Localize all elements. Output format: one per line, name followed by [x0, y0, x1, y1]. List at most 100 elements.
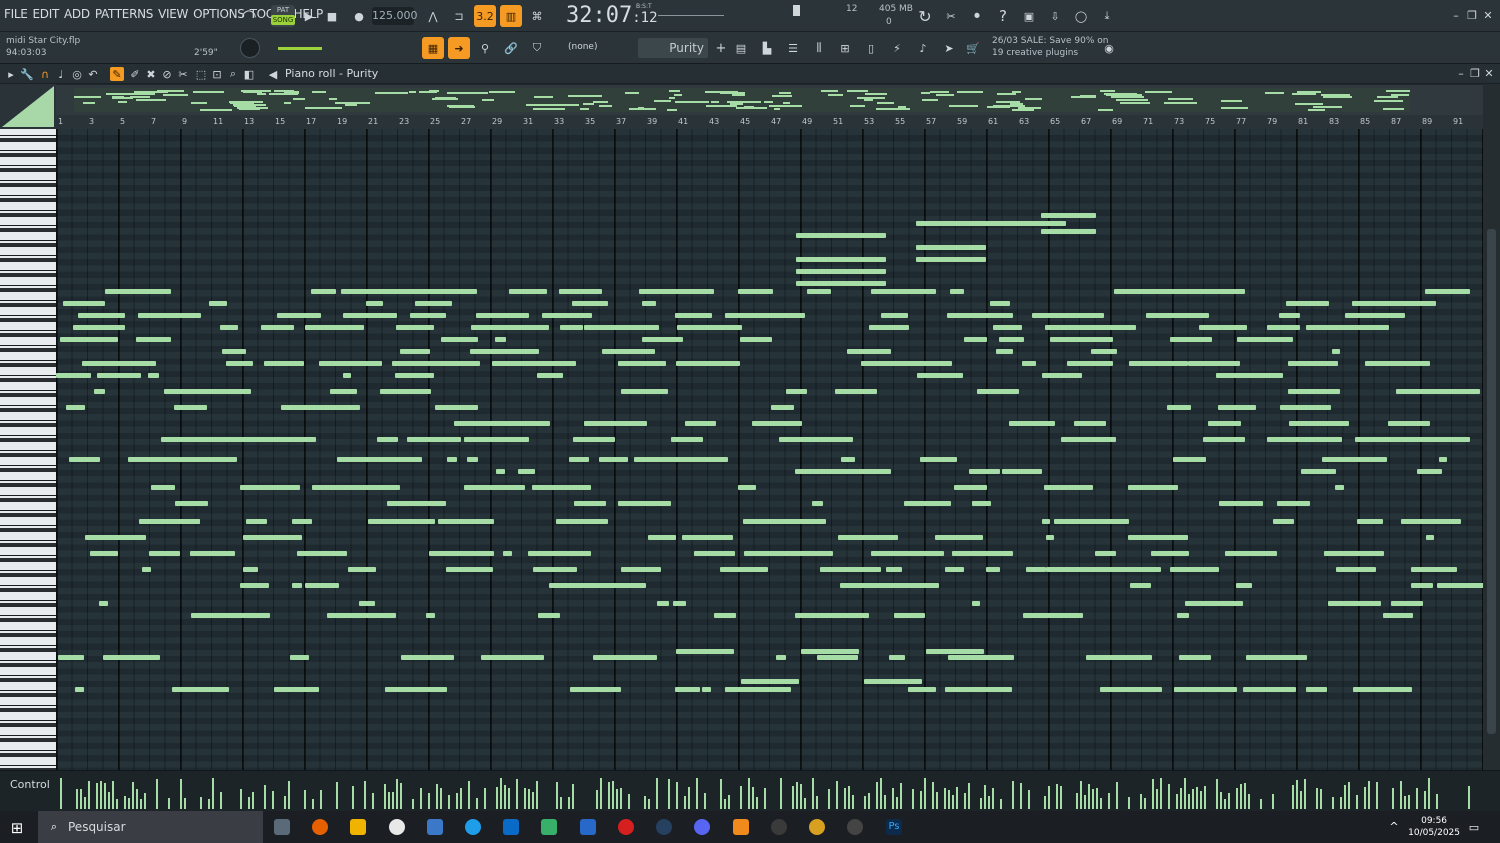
velocity-bar[interactable] — [920, 791, 922, 809]
note[interactable] — [1137, 289, 1169, 294]
note[interactable] — [591, 583, 646, 588]
note[interactable] — [1424, 389, 1480, 394]
note[interactable] — [1324, 551, 1375, 556]
note[interactable] — [685, 421, 716, 426]
note[interactable] — [138, 313, 198, 318]
velocity-bar[interactable] — [900, 783, 902, 809]
velocity-bar[interactable] — [312, 799, 314, 809]
note[interactable] — [841, 457, 855, 462]
steam-icon[interactable] — [656, 819, 672, 835]
snap-arrow-icon[interactable]: ➜ — [448, 37, 470, 59]
note[interactable] — [327, 583, 339, 588]
note[interactable] — [292, 519, 312, 524]
note[interactable] — [201, 457, 237, 462]
velocity-bar[interactable] — [1216, 779, 1218, 809]
note[interactable] — [999, 337, 1024, 342]
note[interactable] — [1401, 519, 1461, 524]
note[interactable] — [368, 519, 435, 524]
note[interactable] — [464, 485, 481, 490]
velocity-bar[interactable] — [336, 782, 338, 809]
channel-selector[interactable]: (none) — [568, 42, 597, 52]
velocity-bar[interactable] — [948, 790, 950, 809]
note[interactable] — [319, 361, 382, 366]
note[interactable] — [642, 337, 683, 342]
note[interactable] — [1352, 301, 1374, 306]
note[interactable] — [1054, 519, 1088, 524]
note[interactable] — [1042, 519, 1050, 524]
tempo-display[interactable]: 125.000 — [372, 7, 418, 25]
note[interactable] — [888, 535, 898, 540]
news-line-1[interactable]: 26/03 SALE: Save 90% on — [992, 36, 1108, 46]
note[interactable] — [149, 551, 180, 556]
note[interactable] — [634, 457, 690, 462]
velocity-bar[interactable] — [372, 793, 374, 809]
note[interactable] — [812, 501, 823, 506]
note[interactable] — [1246, 655, 1307, 660]
velocity-bar[interactable] — [924, 778, 926, 809]
note[interactable] — [1288, 389, 1340, 394]
note[interactable] — [1225, 551, 1277, 556]
playlist-icon[interactable]: ▤ — [730, 37, 752, 59]
note[interactable] — [584, 325, 647, 330]
velocity-bar[interactable] — [288, 781, 290, 809]
note[interactable] — [56, 373, 91, 378]
velocity-bar[interactable] — [944, 788, 946, 809]
velocity-bar[interactable] — [364, 781, 366, 809]
note[interactable] — [916, 245, 986, 250]
note[interactable] — [1170, 567, 1219, 572]
velocity-bar[interactable] — [252, 792, 254, 809]
velocity-bar[interactable] — [1320, 789, 1322, 809]
velocity-bar[interactable] — [1236, 788, 1238, 809]
velocity-bar[interactable] — [400, 783, 402, 809]
note[interactable] — [741, 679, 799, 684]
velocity-bar[interactable] — [968, 783, 970, 809]
note[interactable] — [1054, 567, 1114, 572]
velocity-bar[interactable] — [1428, 778, 1430, 809]
select-tool-icon[interactable]: ⬚ — [194, 67, 208, 81]
velocity-bar[interactable] — [1140, 794, 1142, 809]
note[interactable] — [621, 389, 668, 394]
note[interactable] — [312, 485, 370, 490]
velocity-bar[interactable] — [1292, 785, 1294, 809]
undo-icon[interactable]: ↶ — [86, 67, 100, 81]
delete-tool-icon[interactable]: ✖ — [144, 67, 158, 81]
note[interactable] — [348, 567, 376, 572]
brush-tool-icon[interactable]: ✐ — [128, 67, 142, 81]
velocity-bar[interactable] — [952, 795, 954, 809]
note[interactable] — [1343, 567, 1356, 572]
note[interactable] — [796, 269, 886, 274]
note[interactable] — [1437, 583, 1483, 588]
velocity-bar[interactable] — [1108, 793, 1110, 809]
pr-restore-icon[interactable]: ❐ — [1470, 67, 1480, 80]
note[interactable] — [481, 655, 541, 660]
note[interactable] — [148, 373, 159, 378]
note[interactable] — [537, 373, 563, 378]
velocity-bar[interactable] — [932, 782, 934, 809]
note[interactable] — [972, 501, 991, 506]
note[interactable] — [407, 437, 461, 442]
velocity-bar[interactable] — [1188, 794, 1190, 809]
note[interactable] — [676, 649, 734, 654]
velocity-bar[interactable] — [1080, 781, 1082, 809]
note[interactable] — [885, 361, 952, 366]
note[interactable] — [94, 389, 105, 394]
velocity-bar[interactable] — [384, 784, 386, 809]
note[interactable] — [694, 551, 735, 556]
velocity-bar[interactable] — [568, 797, 570, 809]
note[interactable] — [1336, 567, 1376, 572]
discord-icon[interactable] — [694, 819, 710, 835]
fl-studio-icon[interactable] — [733, 819, 749, 835]
save-icon[interactable]: ▣ — [1018, 5, 1040, 27]
note[interactable] — [1146, 313, 1209, 318]
note[interactable] — [1041, 213, 1096, 218]
help-icon[interactable]: ? — [992, 5, 1014, 27]
note[interactable] — [805, 437, 853, 442]
browser-icon[interactable]: ⊞ — [834, 37, 856, 59]
velocity-bar[interactable] — [740, 786, 742, 809]
velocity-bar[interactable] — [608, 782, 610, 809]
velocity-bar[interactable] — [1176, 794, 1178, 809]
note[interactable] — [977, 389, 1019, 394]
note[interactable] — [337, 457, 401, 462]
chrome-icon[interactable] — [809, 819, 825, 835]
note[interactable] — [1136, 535, 1188, 540]
